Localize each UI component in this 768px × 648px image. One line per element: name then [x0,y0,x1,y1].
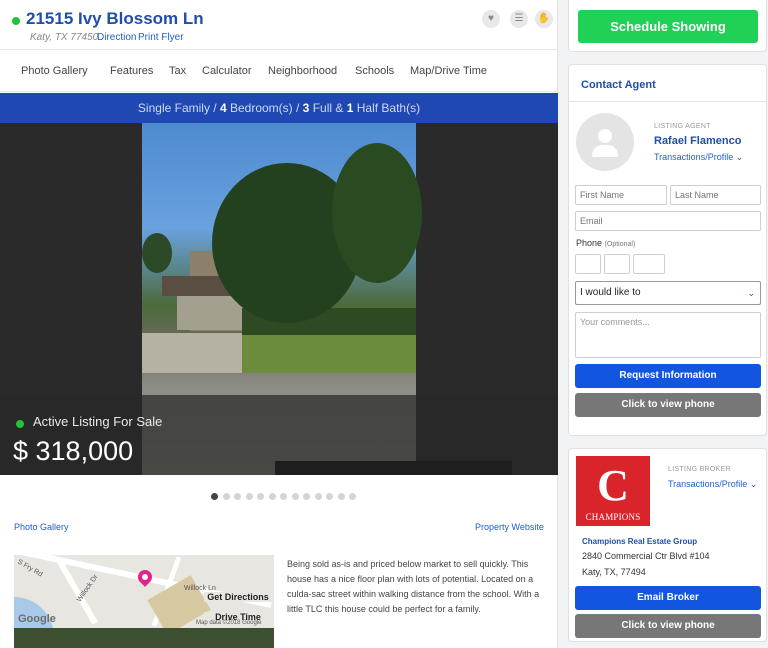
tab-schools[interactable]: Schools [355,65,394,77]
carousel-dot[interactable] [314,493,322,500]
tab-features[interactable]: Features [110,65,153,77]
street-view-thumbnail[interactable] [14,628,274,648]
carousel-dot[interactable] [234,493,241,500]
phone-optional: (Optional) [604,241,636,248]
map-pin-icon[interactable] [135,567,155,587]
map-street-label: S Fry Rd [16,558,44,579]
heart-icon[interactable]: ♥ [482,10,500,28]
logo-text: CHAMPIONS [585,512,641,522]
carousel-dot[interactable] [257,493,264,500]
view-broker-phone-button[interactable]: Click to view phone [575,614,761,638]
view-agent-phone-button[interactable]: Click to view phone [575,393,761,417]
request-information-button[interactable]: Request Information [575,364,761,388]
carousel-dot[interactable] [268,493,276,500]
banner-beds: 4 [219,101,227,115]
broker-transactions-link[interactable]: Transactions/Profile ⌄ [668,479,757,490]
banner-beds-label: Bedroom(s) / [226,101,303,115]
listing-page: 21515 Ivy Blossom Ln Katy, TX 77450 Dire… [0,0,768,648]
direction-link[interactable]: Direction [97,32,136,43]
first-name-field[interactable] [575,185,667,205]
comments-field[interactable]: Your comments... [575,312,761,358]
carousel-dot[interactable] [211,493,218,500]
photo-tree [332,143,422,283]
carousel-dot[interactable] [222,493,230,500]
phone-area-field[interactable] [575,254,601,274]
phone-label-text: Phone [576,238,603,248]
photo-gallery-link[interactable]: Photo Gallery [14,522,69,532]
agent-avatar [576,113,634,171]
carousel-dot[interactable] [280,493,287,500]
listing-status: Active Listing For Sale [33,414,163,429]
transactions-label: Transactions/Profile [654,152,734,162]
map-attribution: Map data ©2018 Google [196,620,262,626]
listing-description: Being sold as-is and priced below market… [287,559,540,614]
banner-full-label: Full & [309,101,347,115]
listing-tabs: Photo Gallery Features Tax Calculator Ne… [0,50,558,92]
photo-caption-bar [275,461,512,475]
carousel-dot[interactable] [291,493,299,500]
tab-photo-gallery[interactable]: Photo Gallery [21,65,88,77]
status-dot-icon [12,17,20,25]
contact-agent-title: Contact Agent [581,79,656,91]
listing-header: 21515 Ivy Blossom Ln Katy, TX 77450 Dire… [0,0,558,50]
city-line: Katy, TX 77450 [30,32,99,43]
chevron-down-icon: ⌄ [735,152,744,162]
get-directions-button[interactable]: Get Directions [204,592,272,602]
print-flyer-link[interactable]: Print Flyer [138,32,184,43]
listing-agent-label: LISTING AGENT [654,123,711,130]
active-status-dot-icon [16,420,24,428]
carousel-dot[interactable] [245,493,253,500]
logo-letter: C [597,461,629,510]
carousel-dot[interactable] [337,493,345,500]
tab-map-drive-time[interactable]: Map/Drive Time [410,65,487,77]
carousel-dot[interactable] [326,493,333,500]
location-map[interactable]: S Fry Rd Willock Dr Willock Ln Google Ge… [14,555,274,628]
listing-photo[interactable]: Active Listing For Sale $ 318,000 [0,123,558,475]
carousel-dot[interactable] [303,493,310,500]
property-website-link[interactable]: Property Website [475,522,544,532]
transactions-label: Transactions/Profile [668,479,748,489]
champions-logo: C CHAMPIONS [576,456,650,526]
broker-city: Katy, TX, 77494 [582,567,646,577]
card-divider [569,101,766,102]
map-street-label: Willock Dr [75,573,100,604]
schedule-showing-button[interactable]: Schedule Showing [578,10,758,43]
tab-neighborhood[interactable]: Neighborhood [268,65,337,77]
listing-main: 21515 Ivy Blossom Ln Katy, TX 77450 Dire… [0,0,558,648]
compare-list-icon[interactable]: ☰ [510,10,528,28]
phone-prefix-field[interactable] [604,254,630,274]
carousel-dot[interactable] [349,493,356,500]
agent-transactions-link[interactable]: Transactions/Profile ⌄ [654,152,743,163]
email-field[interactable] [575,211,761,231]
chevron-down-icon: ⌄ [747,288,755,298]
listing-address: 21515 Ivy Blossom Ln [26,9,204,28]
broker-street: 2840 Commercial Ctr Blvd #104 [582,551,710,561]
agent-name[interactable]: Rafael Flamenco [654,135,741,147]
listing-broker-label: LISTING BROKER [668,466,731,473]
request-type-select[interactable]: I would like to ⌄ [575,281,761,305]
phone-line-field[interactable] [633,254,665,274]
listing-price: $ 318,000 [13,436,134,466]
comments-placeholder: Your comments... [580,317,650,327]
thumbs-down-icon[interactable]: ✋ [535,10,553,28]
broker-name[interactable]: Champions Real Estate Group [582,537,697,546]
google-logo: Google [18,613,56,625]
banner-half-label: Half Bath(s) [353,101,421,115]
email-broker-button[interactable]: Email Broker [575,586,761,610]
banner-type: Single Family / [137,101,220,115]
last-name-field[interactable] [670,185,761,205]
property-summary-banner: Single Family / 4 Bedroom(s) / 3 Full & … [0,93,558,123]
photo-lawn [242,333,416,373]
request-type-value: I would like to [580,287,641,298]
tab-tax[interactable]: Tax [169,65,186,77]
map-street-label: Willock Ln [184,585,216,592]
chevron-down-icon: ⌄ [749,479,758,489]
phone-label: Phone (Optional) [576,238,635,248]
photo-palm [142,233,172,273]
tab-calculator[interactable]: Calculator [202,65,252,77]
